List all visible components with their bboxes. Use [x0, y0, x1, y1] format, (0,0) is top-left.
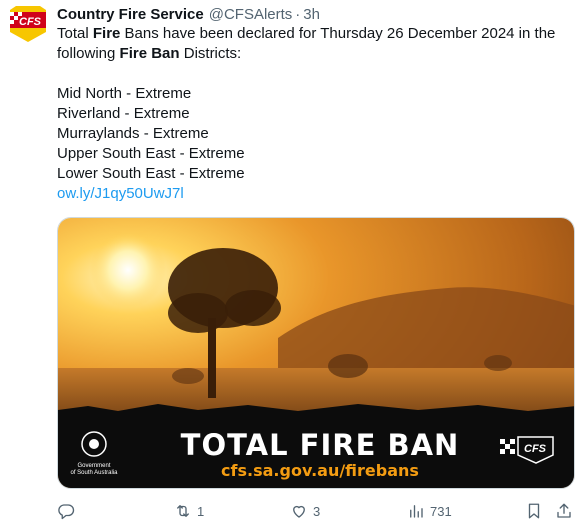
- share-button[interactable]: [555, 500, 573, 522]
- district-item: Murraylands - Extreme: [57, 125, 209, 142]
- bush: [484, 355, 512, 371]
- author-handle[interactable]: @CFSAlerts: [209, 6, 293, 23]
- tweet-image[interactable]: Government of South Australia TOTAL FIRE…: [57, 217, 575, 489]
- retweet-icon: [177, 505, 189, 517]
- avatar-text: CFS: [19, 16, 42, 28]
- district-item: Lower South East - Extreme: [57, 165, 245, 182]
- views-count: 731: [430, 503, 452, 519]
- like-button[interactable]: 3: [290, 500, 320, 522]
- retweet-button[interactable]: 1: [174, 500, 204, 522]
- bush: [172, 368, 204, 384]
- image-headline: TOTAL FIRE BAN: [181, 428, 460, 462]
- like-count: 3: [313, 503, 321, 519]
- intro-text-2: Bans have been declared for Thursday 26 …: [120, 25, 556, 42]
- intro-line-1: Total Fire Bans have been declared for T…: [57, 24, 577, 44]
- reply-icon: [58, 504, 75, 520]
- cfs-logo-icon: CFS: [10, 6, 46, 42]
- government-crest-center: [89, 439, 99, 449]
- intro-text-3: following: [57, 45, 120, 62]
- cfs-badge-text: CFS: [524, 443, 547, 455]
- intro-bold-fire-ban: Fire Ban: [119, 45, 180, 62]
- views-icon: [410, 505, 423, 518]
- share-icon: [557, 503, 571, 518]
- avatar[interactable]: CFS: [6, 4, 50, 44]
- gov-line-2: of South Australia: [70, 470, 118, 476]
- action-bar: 1 3 731: [57, 500, 575, 522]
- retweet-count: 1: [197, 503, 205, 519]
- timestamp[interactable]: 3h: [303, 6, 320, 23]
- district-item: Riverland - Extreme: [57, 105, 190, 122]
- gov-line-1: Government: [77, 463, 110, 469]
- intro-line-2: following Fire Ban Districts:: [57, 44, 577, 64]
- separator: ·: [295, 5, 301, 23]
- tweet-header: Country Fire Service @CFSAlerts · 3h: [57, 4, 320, 24]
- district-item: Mid North - Extreme: [57, 85, 192, 102]
- tweet-link[interactable]: ow.ly/J1qy50UwJ7l: [57, 185, 184, 202]
- author-name[interactable]: Country Fire Service: [57, 6, 204, 23]
- intro-text-1: Total: [57, 25, 93, 42]
- intro-bold-fire: Fire: [92, 25, 121, 42]
- tweet-text: Total Fire Bans have been declared for T…: [57, 24, 577, 204]
- like-icon: [293, 505, 305, 518]
- bush: [328, 354, 368, 378]
- district-item: Upper South East - Extreme: [57, 145, 245, 162]
- sun: [90, 232, 166, 308]
- bookmark-icon: [528, 503, 540, 519]
- bookmark-button[interactable]: [525, 500, 543, 522]
- reply-button[interactable]: [57, 500, 80, 522]
- intro-text-4: Districts:: [179, 45, 242, 62]
- views-button[interactable]: 731: [407, 500, 452, 522]
- image-url: cfs.sa.gov.au/firebans: [221, 461, 419, 480]
